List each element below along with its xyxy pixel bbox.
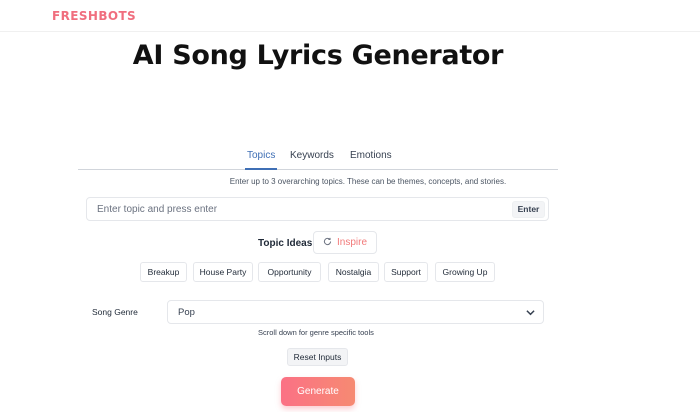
topic-input-container: Enter (86, 197, 549, 221)
top-bar: FRESHBOTS (0, 0, 700, 32)
genre-scroll-note: Scroll down for genre specific tools (258, 328, 374, 337)
input-tabs: Topics Keywords Emotions (78, 146, 558, 170)
tab-keywords[interactable]: Keywords (290, 150, 334, 169)
tab-topics[interactable]: Topics (245, 150, 278, 170)
generate-button[interactable]: Generate (281, 377, 355, 406)
topic-chip-growing-up[interactable]: Growing Up (435, 262, 495, 282)
refresh-icon (323, 237, 332, 249)
tab-emotions[interactable]: Emotions (350, 150, 392, 169)
topic-input[interactable] (97, 202, 497, 217)
song-genre-label: Song Genre (92, 307, 138, 317)
topic-ideas-label: Topic Ideas (258, 238, 313, 249)
inspire-button[interactable]: Inspire (313, 231, 377, 254)
topics-hint: Enter up to 3 overarching topics. These … (229, 177, 507, 186)
song-genre-select[interactable]: Pop (167, 300, 544, 324)
topic-chip-house-party[interactable]: House Party (193, 262, 253, 282)
freshbots-logo[interactable]: FRESHBOTS (52, 9, 136, 23)
topic-chip-support[interactable]: Support (384, 262, 428, 282)
topic-chip-opportunity[interactable]: Opportunity (258, 262, 321, 282)
page-title: AI Song Lyrics Generator (132, 40, 504, 71)
chevron-down-icon (526, 310, 535, 316)
topic-chip-breakup[interactable]: Breakup (140, 262, 187, 282)
reset-inputs-button[interactable]: Reset Inputs (287, 348, 348, 366)
enter-button[interactable]: Enter (512, 201, 545, 218)
song-genre-value: Pop (178, 307, 195, 318)
topic-chip-nostalgia[interactable]: Nostalgia (328, 262, 379, 282)
inspire-label: Inspire (336, 237, 367, 248)
